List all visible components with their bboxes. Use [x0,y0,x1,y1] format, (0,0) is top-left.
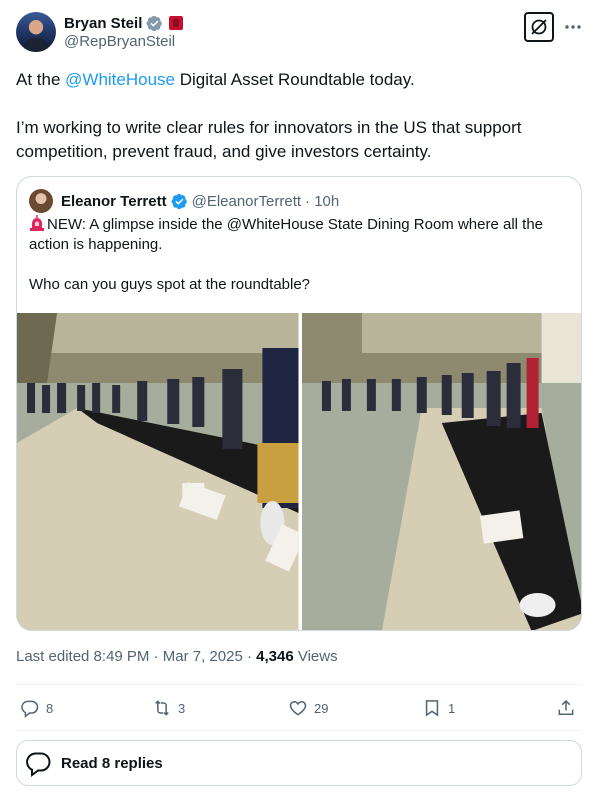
action-bar: 8 3 29 1 [16,694,582,724]
views-count: 4,346 [256,648,294,665]
share-icon [558,699,574,715]
quote-line-2: Who can you guys spot at the roundtable? [29,276,311,293]
quote-author-name[interactable]: Eleanor Terrett [61,193,167,210]
more-options-button[interactable] [562,14,584,40]
tweet-text: At the @WhiteHouse Digital Asset Roundta… [16,68,582,164]
quote-timestamp[interactable]: · 10h [305,193,339,210]
mention-link[interactable]: @WhiteHouse [65,70,175,89]
verified-blue-badge-icon [171,193,187,209]
tweet-header: Bryan Steil @RepBryanSteil [16,12,582,52]
views-label: Views [293,648,338,665]
like-count: 29 [314,700,329,716]
grok-button[interactable] [524,12,554,42]
quote-author-handle[interactable]: @EleanorTerrett [192,193,301,210]
author-handle[interactable]: @RepBryanSteil [64,33,175,50]
quote-line-1-text: NEW: A glimpse inside the @WhiteHouse St… [29,216,544,253]
quote-line-1: NEW: A glimpse inside the @WhiteHouse St… [29,215,569,255]
repost-icon [155,700,169,716]
flag-icon [169,16,184,30]
like-icon [289,700,307,716]
reply-icon [21,700,39,718]
speech-bubble-icon [26,752,51,777]
bookmark-button[interactable]: 1 [422,698,455,718]
repost-count: 3 [178,700,186,716]
read-replies-button[interactable]: Read 8 replies [16,740,582,786]
grok-icon [531,19,547,35]
quoted-tweet[interactable]: Eleanor Terrett @EleanorTerrett · 10h NE… [16,176,582,631]
photo-right[interactable] [301,313,581,630]
tweet-text-start: At the [16,70,66,89]
quote-media [17,313,581,630]
reply-button[interactable]: 8 [20,698,53,718]
bookmark-icon [425,700,439,717]
author-avatar[interactable] [16,12,56,52]
divider-bottom [16,730,582,731]
tweet-paragraph-2: I’m working to write clear rules for inn… [16,118,522,161]
like-button[interactable]: 29 [288,698,328,718]
photo-left[interactable] [17,313,299,630]
quote-text: NEW: A glimpse inside the @WhiteHouse St… [29,215,569,295]
siren-icon [30,215,44,231]
more-icon [565,25,581,29]
author-display-name[interactable]: Bryan Steil [64,15,142,32]
quote-author-avatar[interactable] [29,189,53,213]
author-name-row: Bryan Steil [64,13,184,33]
bookmark-count: 1 [448,700,456,716]
reply-count: 8 [46,700,54,716]
tweet-meta: Last edited 8:49 PM · Mar 7, 2025 · 4,34… [16,648,338,665]
divider-top [16,684,582,685]
quote-header: Eleanor Terrett @EleanorTerrett · 10h [29,189,339,213]
tweet-text-rest: Digital Asset Roundtable today. [175,70,415,89]
repost-button[interactable]: 3 [152,698,185,718]
quote-blank-line [29,255,569,275]
edited-timestamp[interactable]: Last edited 8:49 PM · Mar 7, 2025 · [16,648,256,665]
share-button[interactable] [556,698,576,718]
verified-gray-badge-icon[interactable] [146,15,163,32]
read-replies-label: Read 8 replies [61,754,163,772]
